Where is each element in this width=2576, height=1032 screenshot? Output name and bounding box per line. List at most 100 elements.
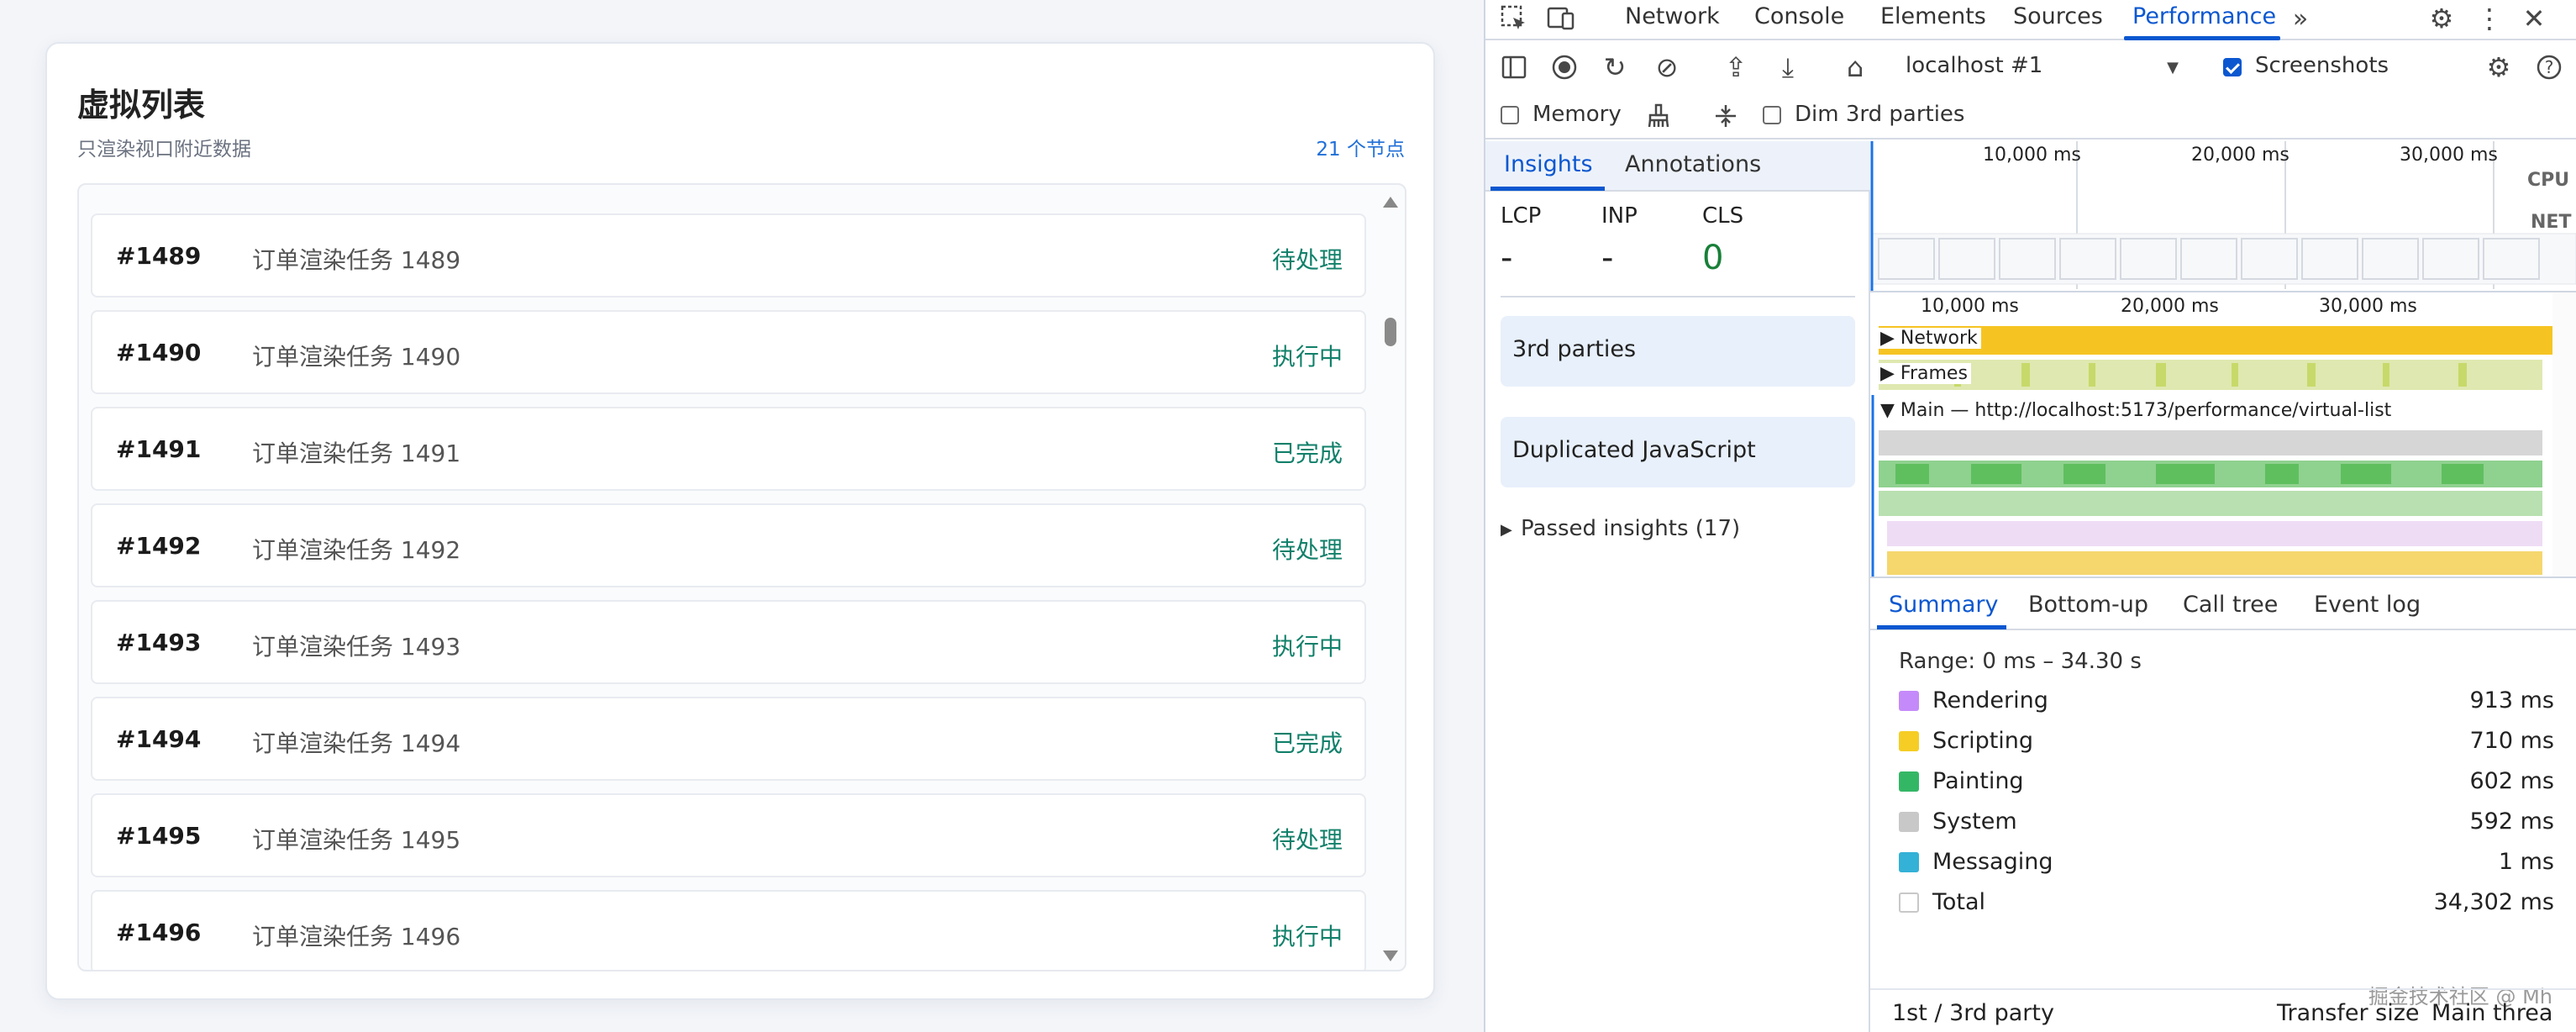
chevron-down-icon[interactable]: ▼ xyxy=(2163,57,2183,77)
category-swatch xyxy=(1899,812,1919,832)
list-item: #1496 订单渲染任务 1496 执行中 xyxy=(91,890,1366,970)
insight-duplicated-javascript[interactable]: Duplicated JavaScript xyxy=(1501,417,1855,487)
item-name: 订单渲染任务 1493 xyxy=(252,633,461,661)
download-icon[interactable]: ⤓ xyxy=(1771,50,1805,84)
toggle-sidebar-icon[interactable] xyxy=(1497,50,1531,84)
list-scrollbar[interactable] xyxy=(1376,185,1405,970)
list-item: #1495 订单渲染任务 1495 待处理 xyxy=(91,793,1366,877)
close-icon[interactable]: ✕ xyxy=(2517,2,2551,35)
dim-3rd-parties-label: Dim 3rd parties xyxy=(1795,102,1965,127)
net-label: NET xyxy=(2531,212,2572,233)
tab-insights[interactable]: Insights xyxy=(1504,151,1593,177)
scroll-down-arrow-icon[interactable] xyxy=(1383,950,1398,961)
category-swatch xyxy=(1899,691,1919,711)
main-thread-column-header[interactable]: Main threa xyxy=(2431,1000,2552,1026)
screenshots-label: Screenshots xyxy=(2255,53,2389,78)
category-value: 34,302 ms xyxy=(2433,889,2554,915)
devtools-tabbar: Network Console Elements Sources Perform… xyxy=(1485,0,2576,40)
frames-track-label[interactable]: ▶ Frames xyxy=(1877,363,1971,384)
memory-label: Memory xyxy=(1532,102,1622,127)
list-item: #1490 订单渲染任务 1490 执行中 xyxy=(91,310,1366,394)
tab-elements[interactable]: Elements xyxy=(1880,3,1986,29)
memory-checkbox[interactable] xyxy=(1501,106,1519,124)
settings-gear-icon[interactable]: ⚙ xyxy=(2425,2,2458,35)
list-item: #1491 订单渲染任务 1491 已完成 xyxy=(91,407,1366,491)
reload-record-icon[interactable]: ↻ xyxy=(1598,50,1632,84)
item-status: 已完成 xyxy=(1271,440,1343,467)
help-icon[interactable]: ? xyxy=(2532,50,2566,84)
category-swatch xyxy=(1899,771,1919,792)
home-icon[interactable]: ⌂ xyxy=(1838,50,1872,84)
dim-3rd-parties-checkbox[interactable] xyxy=(1763,106,1781,124)
list-item: #1492 订单渲染任务 1492 待处理 xyxy=(91,503,1366,587)
transfer-size-column-header[interactable]: Transfer size xyxy=(2277,1000,2420,1026)
category-name: Painting xyxy=(1932,768,2024,794)
tab-annotations[interactable]: Annotations xyxy=(1625,151,1761,177)
item-id: #1489 xyxy=(116,242,202,270)
party-column-header[interactable]: 1st / 3rd party xyxy=(1892,1000,2054,1026)
timeline-canvas[interactable] xyxy=(1870,141,2576,577)
expand-triangle-icon[interactable]: ▶ xyxy=(1501,521,1512,539)
virtual-list-app: 虚拟列表 只渲染视口附近数据 21 个节点 #1489 订单渲染任务 1489 … xyxy=(0,0,1484,1032)
item-id: #1494 xyxy=(116,725,202,753)
list-viewport[interactable]: #1489 订单渲染任务 1489 待处理 #1490 订单渲染任务 1490 … xyxy=(77,183,1406,971)
summary-row: Painting 602 ms xyxy=(1899,765,2554,798)
devtools-panel: Network Console Elements Sources Perform… xyxy=(1484,0,2576,1032)
capture-settings-gear-icon[interactable]: ⚙ xyxy=(2482,50,2516,84)
main-track-label[interactable]: ▼ Main — http://localhost:5173/performan… xyxy=(1877,400,2395,421)
tab-performance[interactable]: Performance xyxy=(2132,3,2276,29)
more-tabs-icon[interactable]: » xyxy=(2285,2,2316,35)
insights-sidebar: Insights Annotations LCP - INP - CLS 0 3… xyxy=(1485,141,1870,1032)
main-tick: 10,000 ms xyxy=(1921,296,2019,317)
clear-icon[interactable]: ⊘ xyxy=(1650,50,1684,84)
main-tick: 20,000 ms xyxy=(2121,296,2219,317)
lcp-label: LCP xyxy=(1501,203,1542,229)
metrics-divider xyxy=(1501,296,1855,297)
kebab-menu-icon[interactable]: ⋮ xyxy=(2475,2,2504,35)
inspect-element-icon[interactable] xyxy=(1497,2,1531,35)
tab-event-log[interactable]: Event log xyxy=(2314,592,2421,618)
network-track-name: Network xyxy=(1900,328,1978,349)
tab-summary[interactable]: Summary xyxy=(1889,592,1998,618)
insight-3rd-parties[interactable]: 3rd parties xyxy=(1501,316,1855,387)
summary-pane: Summary Bottom-up Call tree Event log Ra… xyxy=(1870,578,2576,1032)
performance-timeline[interactable]: 10,000 ms 20,000 ms 30,000 ms CPU NET 10… xyxy=(1870,141,2576,578)
network-track-label[interactable]: ▶ Network xyxy=(1877,328,1981,349)
perf-options-bar: Memory Dim 3rd parties xyxy=(1485,92,2576,140)
scroll-thumb[interactable] xyxy=(1385,318,1396,346)
svg-text:?: ? xyxy=(2545,57,2554,77)
item-name: 订单渲染任务 1495 xyxy=(252,826,461,854)
overview-tick: 30,000 ms xyxy=(2400,145,2498,166)
tab-network[interactable]: Network xyxy=(1625,3,1720,29)
category-value: 602 ms xyxy=(2469,768,2555,794)
item-name: 订单渲染任务 1496 xyxy=(252,923,461,950)
item-name: 订单渲染任务 1494 xyxy=(252,729,461,757)
screenshots-checkbox[interactable] xyxy=(2223,58,2242,76)
target-select[interactable]: localhost #1 xyxy=(1906,53,2042,78)
page-title: 虚拟列表 xyxy=(77,87,206,124)
category-swatch xyxy=(1899,731,1919,751)
summary-row: Rendering 913 ms xyxy=(1899,684,2554,718)
item-status: 待处理 xyxy=(1271,826,1343,854)
tab-console[interactable]: Console xyxy=(1754,3,1844,29)
item-status: 执行中 xyxy=(1271,633,1343,661)
tab-sources[interactable]: Sources xyxy=(2013,3,2103,29)
scroll-up-arrow-icon[interactable] xyxy=(1383,197,1398,208)
collapse-tracks-icon[interactable] xyxy=(1709,99,1743,133)
tab-call-tree[interactable]: Call tree xyxy=(2183,592,2278,618)
virtual-list-card: 虚拟列表 只渲染视口附近数据 21 个节点 #1489 订单渲染任务 1489 … xyxy=(45,42,1435,1000)
range-text: Range: 0 ms – 34.30 s xyxy=(1899,649,2142,674)
inp-label: INP xyxy=(1601,203,1638,229)
record-icon[interactable] xyxy=(1548,50,1581,84)
main-tick: 30,000 ms xyxy=(2319,296,2417,317)
garbage-collect-broom-icon[interactable] xyxy=(1642,99,1675,133)
passed-insights-toggle[interactable]: Passed insights (17) xyxy=(1521,516,1740,541)
summary-row: System 592 ms xyxy=(1899,805,2554,839)
summary-row: Messaging 1 ms xyxy=(1899,845,2554,879)
upload-icon[interactable]: ⇪ xyxy=(1719,50,1753,84)
category-name: Rendering xyxy=(1932,687,2048,713)
insights-tab-indicator xyxy=(1490,187,1605,191)
item-status: 执行中 xyxy=(1271,343,1343,371)
device-toolbar-icon[interactable] xyxy=(1544,2,1578,35)
tab-bottom-up[interactable]: Bottom-up xyxy=(2028,592,2148,618)
